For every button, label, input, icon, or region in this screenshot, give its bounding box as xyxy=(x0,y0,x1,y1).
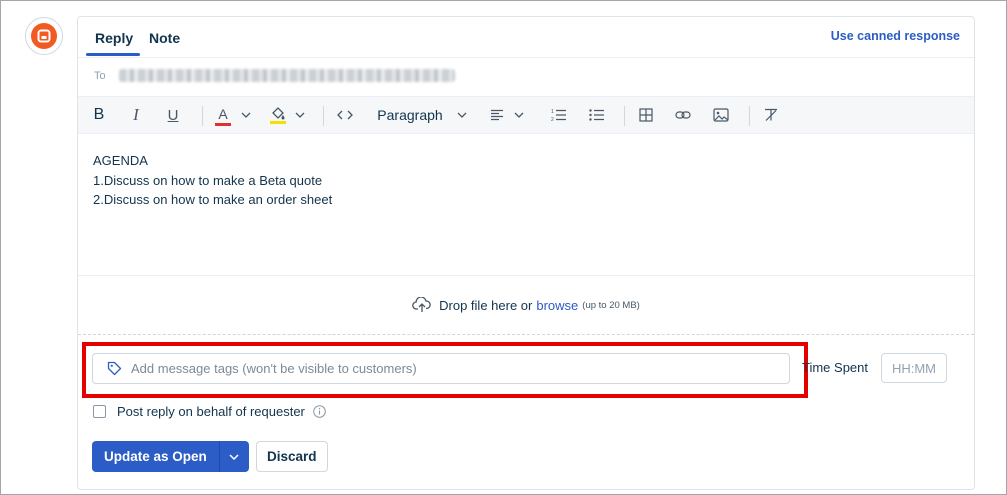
paint-bucket-icon xyxy=(272,107,285,120)
highlight-color-dropdown[interactable] xyxy=(292,97,308,133)
code-button[interactable] xyxy=(334,97,356,133)
highlight-color-swatch xyxy=(270,121,286,124)
update-as-open-button[interactable]: Update as Open xyxy=(92,441,220,472)
svg-text:1: 1 xyxy=(551,109,554,115)
message-tags-placeholder: Add message tags (won't be visible to cu… xyxy=(131,361,417,376)
time-spent-input[interactable]: HH:MM xyxy=(881,353,947,383)
discard-button[interactable]: Discard xyxy=(256,441,328,472)
bold-icon: B xyxy=(93,106,105,123)
update-status-split-button: Update as Open xyxy=(92,441,249,472)
time-spent-label: Time Spent xyxy=(802,360,868,375)
numbered-list-icon: 12 xyxy=(551,109,566,122)
use-canned-response-link[interactable]: Use canned response xyxy=(831,29,960,43)
message-tags-input[interactable]: Add message tags (won't be visible to cu… xyxy=(92,353,790,384)
toolbar-divider xyxy=(323,106,324,126)
clear-formatting-icon xyxy=(765,108,777,121)
align-dropdown[interactable] xyxy=(487,97,527,133)
info-icon[interactable] xyxy=(313,405,326,418)
editor-line: 1.Discuss on how to make a Beta quote xyxy=(93,172,323,188)
formatting-toolbar: B I U A Paragraph 1 2 xyxy=(78,96,974,134)
text-color-button[interactable]: A xyxy=(213,97,233,133)
text-color-swatch xyxy=(215,122,231,126)
toolbar-divider xyxy=(202,106,203,126)
active-tab-indicator xyxy=(86,53,140,56)
bold-button[interactable]: B xyxy=(90,97,108,133)
post-on-behalf-row: Post reply on behalf of requester xyxy=(93,404,326,419)
avatar xyxy=(25,17,63,55)
highlight-color-button[interactable] xyxy=(267,97,289,133)
editor-line: 2.Discuss on how to make an order sheet xyxy=(93,192,333,207)
align-left-icon xyxy=(491,109,503,121)
underline-button[interactable]: U xyxy=(164,97,182,133)
editor-line: AGENDA xyxy=(93,153,148,168)
text-color-dropdown[interactable] xyxy=(238,97,254,133)
italic-button[interactable]: I xyxy=(127,97,145,133)
post-on-behalf-label: Post reply on behalf of requester xyxy=(117,404,305,419)
paragraph-style-dropdown[interactable]: Paragraph xyxy=(374,97,470,133)
tab-note[interactable]: Note xyxy=(149,30,180,46)
brand-logo-icon xyxy=(31,23,57,49)
post-on-behalf-checkbox[interactable] xyxy=(93,405,106,418)
tab-reply[interactable]: Reply xyxy=(95,30,133,46)
recipient-emails-redacted xyxy=(119,69,455,82)
image-icon xyxy=(713,108,729,122)
chevron-down-icon xyxy=(295,112,305,118)
numbered-list-button[interactable]: 12 xyxy=(549,97,569,133)
to-field[interactable]: To xyxy=(78,57,974,96)
file-size-limit: (up to 20 MB) xyxy=(582,299,640,311)
browse-link[interactable]: browse xyxy=(536,298,578,313)
italic-icon: I xyxy=(133,105,139,124)
toolbar-divider xyxy=(749,106,750,126)
table-icon xyxy=(639,108,653,122)
chevron-down-icon xyxy=(229,453,239,460)
insert-table-button[interactable] xyxy=(636,97,656,133)
update-status-dropdown-button[interactable] xyxy=(220,441,249,472)
reply-composer: Reply Note Use canned response To B I U … xyxy=(77,16,975,490)
insert-image-button[interactable] xyxy=(711,97,731,133)
time-spent-placeholder: HH:MM xyxy=(891,360,937,376)
tag-icon xyxy=(107,361,122,376)
svg-text:2: 2 xyxy=(551,117,554,122)
paragraph-style-label: Paragraph xyxy=(377,107,443,123)
underline-icon: U xyxy=(167,106,179,124)
chevron-down-icon xyxy=(514,112,524,118)
bullet-list-button[interactable] xyxy=(587,97,607,133)
link-icon xyxy=(675,111,691,119)
to-label: To xyxy=(94,70,106,82)
chevron-down-icon xyxy=(457,112,467,118)
text-color-icon: A xyxy=(218,105,228,122)
drop-file-text: Drop file here or xyxy=(439,297,533,313)
insert-link-button[interactable] xyxy=(673,97,693,133)
clear-formatting-button[interactable] xyxy=(761,97,781,133)
cloud-upload-icon xyxy=(412,297,431,312)
bullet-list-icon xyxy=(589,109,604,121)
tab-bar: Reply Note Use canned response xyxy=(78,17,974,57)
toolbar-divider xyxy=(624,106,625,126)
file-drop-zone[interactable]: Drop file here or browse (up to 20 MB) xyxy=(78,276,974,335)
chevron-down-icon xyxy=(241,112,251,118)
message-editor[interactable]: AGENDA 1.Discuss on how to make a Beta q… xyxy=(78,134,974,276)
code-icon xyxy=(337,110,353,120)
